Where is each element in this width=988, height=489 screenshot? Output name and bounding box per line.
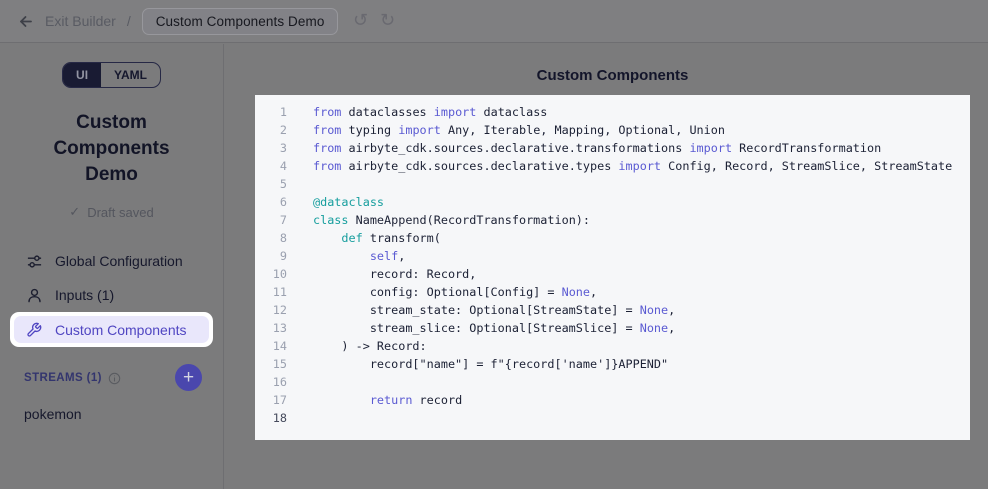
line-number: 5 (255, 175, 287, 193)
line-number: 4 (255, 157, 287, 175)
toggle-ui[interactable]: UI (63, 63, 101, 87)
exit-builder-link[interactable]: Exit Builder (45, 13, 116, 29)
line-number: 8 (255, 229, 287, 247)
code-text: self, (287, 247, 405, 265)
project-name-input[interactable]: Custom Components Demo (142, 8, 339, 35)
line-number: 10 (255, 265, 287, 283)
connector-title: Custom Components Demo (37, 110, 187, 188)
back-button[interactable] (14, 10, 36, 32)
add-stream-button[interactable]: + (175, 364, 202, 391)
code-text: config: Optional[Config] = None, (287, 283, 597, 301)
code-line[interactable]: 2from typing import Any, Iterable, Mappi… (255, 121, 970, 139)
save-status: ✓ Draft saved (0, 204, 223, 220)
redo-button[interactable]: ↻ (376, 10, 398, 32)
sidebar-item-label: Global Configuration (55, 253, 183, 269)
code-text: from dataclasses import dataclass (287, 103, 547, 121)
code-text: class NameAppend(RecordTransformation): (287, 211, 590, 229)
line-number: 3 (255, 139, 287, 157)
streams-section-header: STREAMS (1) + (0, 371, 223, 385)
code-line[interactable]: 16 (255, 373, 970, 391)
ui-yaml-toggle: UI YAML (62, 62, 161, 88)
code-line[interactable]: 18 (255, 409, 970, 427)
line-number: 7 (255, 211, 287, 229)
sidebar-nav: Global Configuration Inputs (1) Custom C… (0, 244, 223, 347)
code-text: ) -> Record: (287, 337, 427, 355)
line-number: 16 (255, 373, 287, 391)
stream-item-pokemon[interactable]: pokemon (0, 406, 223, 422)
code-text: stream_slice: Optional[StreamSlice] = No… (287, 319, 675, 337)
code-line[interactable]: 12 stream_state: Optional[StreamState] =… (255, 301, 970, 319)
toggle-yaml[interactable]: YAML (101, 63, 160, 87)
line-number: 14 (255, 337, 287, 355)
sidebar-item-label: Custom Components (55, 322, 187, 338)
code-line[interactable]: 13 stream_slice: Optional[StreamSlice] =… (255, 319, 970, 337)
line-number: 1 (255, 103, 287, 121)
info-icon[interactable] (108, 372, 121, 385)
sidebar-item-custom-components-inner: Custom Components (14, 316, 209, 343)
save-status-label: Draft saved (87, 205, 153, 220)
code-line[interactable]: 11 config: Optional[Config] = None, (255, 283, 970, 301)
wrench-icon (26, 321, 44, 339)
plus-icon: + (183, 367, 194, 389)
panel-title: Custom Components (255, 67, 970, 84)
code-text: def transform( (287, 229, 441, 247)
line-number: 18 (255, 409, 287, 427)
redo-icon: ↻ (380, 10, 395, 31)
line-number: 6 (255, 193, 287, 211)
code-line[interactable]: 10 record: Record, (255, 265, 970, 283)
code-text: @dataclass (287, 193, 384, 211)
code-line[interactable]: 9 self, (255, 247, 970, 265)
code-text (287, 373, 313, 391)
code-line[interactable]: 17 return record (255, 391, 970, 409)
code-line[interactable]: 3from airbyte_cdk.sources.declarative.tr… (255, 139, 970, 157)
code-line[interactable]: 1from dataclasses import dataclass (255, 103, 970, 121)
line-number: 17 (255, 391, 287, 409)
line-number: 2 (255, 121, 287, 139)
code-line[interactable]: 15 record["name"] = f"{record['name']}AP… (255, 355, 970, 373)
line-number: 11 (255, 283, 287, 301)
breadcrumb-separator: / (127, 13, 131, 29)
line-number: 9 (255, 247, 287, 265)
code-line[interactable]: 7class NameAppend(RecordTransformation): (255, 211, 970, 229)
line-number: 15 (255, 355, 287, 373)
code-line[interactable]: 5 (255, 175, 970, 193)
code-text: from airbyte_cdk.sources.declarative.typ… (287, 157, 952, 175)
streams-section-label: STREAMS (1) (24, 372, 102, 384)
code-text: from typing import Any, Iterable, Mappin… (287, 121, 725, 139)
user-icon (26, 286, 44, 304)
history-buttons: ↺ ↻ (349, 10, 398, 32)
sidebar-item-global-configuration[interactable]: Global Configuration (0, 244, 223, 278)
code-text: record: Record, (287, 265, 476, 283)
check-icon: ✓ (69, 204, 80, 220)
sidebar: UI YAML Custom Components Demo ✓ Draft s… (0, 44, 224, 489)
sidebar-item-custom-components[interactable]: Custom Components (10, 312, 213, 347)
code-text (287, 175, 313, 193)
code-text: record["name"] = f"{record['name']}APPEN… (287, 355, 668, 373)
code-text: return record (287, 391, 462, 409)
code-line[interactable]: 8 def transform( (255, 229, 970, 247)
top-bar: Exit Builder / Custom Components Demo ↺ … (0, 0, 988, 43)
line-number: 12 (255, 301, 287, 319)
code-text: stream_state: Optional[StreamState] = No… (287, 301, 675, 319)
code-line[interactable]: 4from airbyte_cdk.sources.declarative.ty… (255, 157, 970, 175)
arrow-left-icon (17, 13, 34, 30)
line-number: 13 (255, 319, 287, 337)
undo-button[interactable]: ↺ (349, 10, 371, 32)
code-line[interactable]: 6@dataclass (255, 193, 970, 211)
code-line[interactable]: 14 ) -> Record: (255, 337, 970, 355)
sliders-icon (26, 252, 44, 270)
undo-icon: ↺ (353, 10, 368, 31)
code-text: from airbyte_cdk.sources.declarative.tra… (287, 139, 881, 157)
code-editor[interactable]: 1from dataclasses import dataclass2from … (255, 95, 970, 440)
sidebar-item-label: Inputs (1) (55, 287, 114, 303)
code-text (287, 409, 313, 427)
sidebar-item-inputs[interactable]: Inputs (1) (0, 278, 223, 312)
